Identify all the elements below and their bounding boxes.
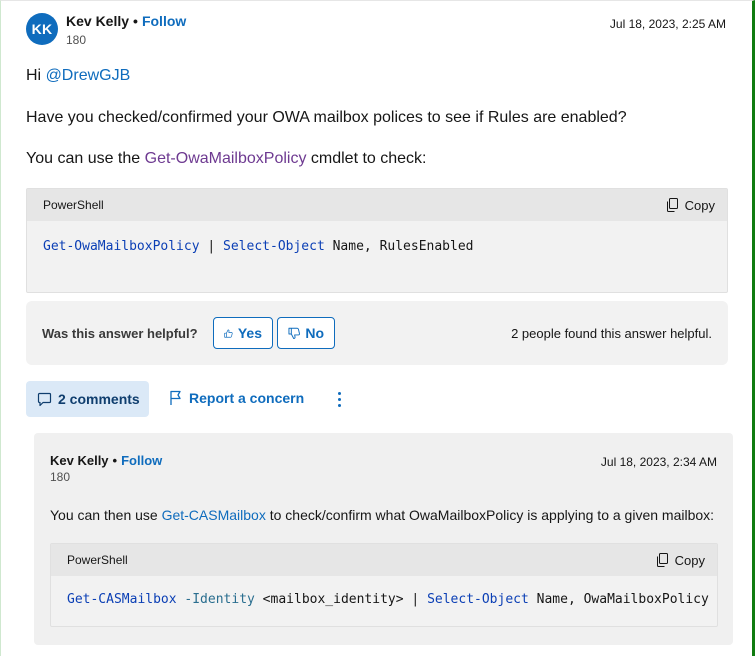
use-cmdlet-text: You can use the Get-OwaMailboxPolicy cmd… [26, 149, 427, 169]
avatar[interactable]: KK [26, 13, 58, 45]
thumbs-down-icon [288, 327, 300, 339]
code-language: PowerShell [67, 553, 128, 567]
comment-follow-button[interactable]: Follow [121, 453, 162, 468]
follow-button[interactable]: Follow [142, 13, 186, 29]
helpful-feedback: Was this answer helpful? Yes No 2 people… [26, 301, 728, 365]
code-content: Get-CASMailbox -Identity <mailbox_identi… [51, 592, 717, 607]
greeting-prefix: Hi [26, 67, 46, 84]
code-token-args: Name, OwaMailboxPolicy [528, 592, 709, 607]
yes-label: Yes [237, 325, 262, 341]
user-mention-link[interactable]: @DrewGJB [46, 67, 131, 84]
comment-text-suffix: to check/confirm what OwaMailboxPolicy i… [265, 507, 715, 523]
author-name[interactable]: Kev Kelly [66, 13, 129, 29]
separator-dot: • [133, 13, 138, 29]
code-token-cmdlet: Get-OwaMailboxPolicy [43, 239, 200, 254]
comment-author-name[interactable]: Kev Kelly [50, 453, 109, 468]
cmdlet-link[interactable]: Get-OwaMailboxPolicy [145, 150, 307, 167]
author-name-line: Kev Kelly • Follow [66, 13, 186, 30]
code-block: PowerShell Copy Get-OwaMailboxPolicy | S… [26, 188, 728, 293]
code-language: PowerShell [43, 198, 104, 212]
comment-icon [37, 392, 52, 406]
code-block-header: PowerShell Copy [27, 189, 727, 221]
copy-button[interactable]: Copy [655, 552, 705, 568]
flag-icon [170, 390, 181, 405]
comment-item: Kev Kelly • Follow 180 Jul 18, 2023, 2:34 … [34, 433, 733, 645]
code-content: Get-OwaMailboxPolicy | Select-Object Nam… [27, 239, 727, 254]
report-label: Report a concern [189, 390, 305, 406]
copy-label: Copy [674, 552, 705, 568]
no-label: No [305, 325, 324, 341]
code-token-argument: <mailbox_identity> [254, 592, 404, 607]
copy-button[interactable]: Copy [665, 197, 715, 213]
author-info: Kev Kelly • Follow 180 [66, 13, 186, 47]
comment-author-line: Kev Kelly • Follow [50, 453, 162, 468]
code-token-cmdlet: Get-CASMailbox [67, 592, 177, 607]
more-vertical-icon[interactable] [334, 389, 344, 409]
code-token-cmdlet: Select-Object [223, 239, 325, 254]
code-token-cmdlet: Select-Object [427, 592, 529, 607]
author-reputation: 180 [66, 33, 87, 47]
comment-text-prefix: You can then use [50, 507, 162, 523]
helpful-count: 2 people found this answer helpful. [511, 326, 712, 341]
code-token-pipe: | [403, 592, 428, 607]
cmdlet-link[interactable]: Get-CASMailbox [162, 507, 266, 523]
copy-icon [666, 197, 678, 212]
answer-author: KK Kev Kelly • Follow 180 [26, 13, 186, 47]
copy-icon [656, 552, 668, 567]
question-text: Have you checked/confirmed your OWA mail… [26, 109, 627, 126]
report-concern-button[interactable]: Report a concern [169, 390, 304, 406]
comment-author-reputation: 180 [50, 470, 71, 484]
helpful-question: Was this answer helpful? [42, 326, 198, 341]
use-prefix: You can use the [26, 150, 145, 167]
separator-dot: • [112, 453, 118, 468]
comment-text: You can then use Get-CASMailbox to check… [50, 507, 714, 523]
yes-button[interactable]: Yes [213, 317, 273, 349]
code-token-pipe: | [199, 239, 224, 254]
comment-code-block: PowerShell Copy Get-CASMailbox -Identity… [50, 543, 718, 627]
use-suffix: cmdlet to check: [306, 150, 427, 167]
greeting: Hi @DrewGJB [26, 66, 130, 86]
comments-button[interactable]: 2 comments [26, 381, 149, 417]
comments-label: 2 comments [58, 391, 140, 407]
code-block-header: PowerShell Copy [51, 544, 717, 576]
copy-label: Copy [684, 197, 715, 213]
answer-date: Jul 18, 2023, 2:25 AM [609, 17, 726, 31]
code-token-args: Name, RulesEnabled [324, 239, 474, 254]
thumbs-up-icon [224, 329, 233, 338]
code-token-parameter: -Identity [176, 592, 255, 607]
no-button[interactable]: No [277, 317, 335, 349]
comment-date: Jul 18, 2023, 2:34 AM [600, 455, 717, 469]
answer-card: KK Kev Kelly • Follow 180 Jul 18, 2023, 2:… [0, 0, 755, 656]
